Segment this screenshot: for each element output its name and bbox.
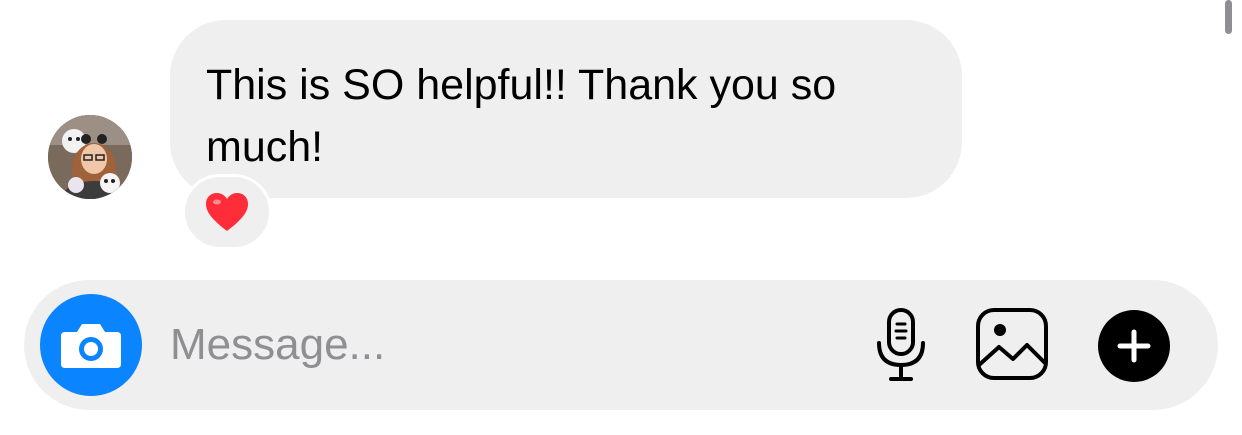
plus-icon: [1117, 329, 1151, 363]
heart-icon: [206, 193, 248, 231]
more-options-button[interactable]: [1098, 310, 1170, 382]
message-text: This is SO helpful!! Thank you so much!: [206, 61, 837, 171]
camera-button[interactable]: [40, 294, 142, 396]
scrollbar[interactable]: [1225, 0, 1232, 34]
message-bubble[interactable]: This is SO helpful!! Thank you so much!: [170, 20, 962, 198]
avatar[interactable]: [48, 115, 132, 199]
gallery-button[interactable]: [972, 304, 1052, 384]
reaction-badge[interactable]: [182, 174, 272, 250]
message-composer: [24, 280, 1218, 410]
message-input[interactable]: [170, 316, 770, 374]
voice-message-button[interactable]: [864, 302, 938, 388]
chat-screen: This is SO helpful!! Thank you so much!: [0, 0, 1242, 435]
image-icon: [976, 308, 1048, 380]
avatar-image: [48, 115, 132, 199]
camera-icon: [61, 324, 121, 368]
microphone-icon: [877, 308, 925, 381]
